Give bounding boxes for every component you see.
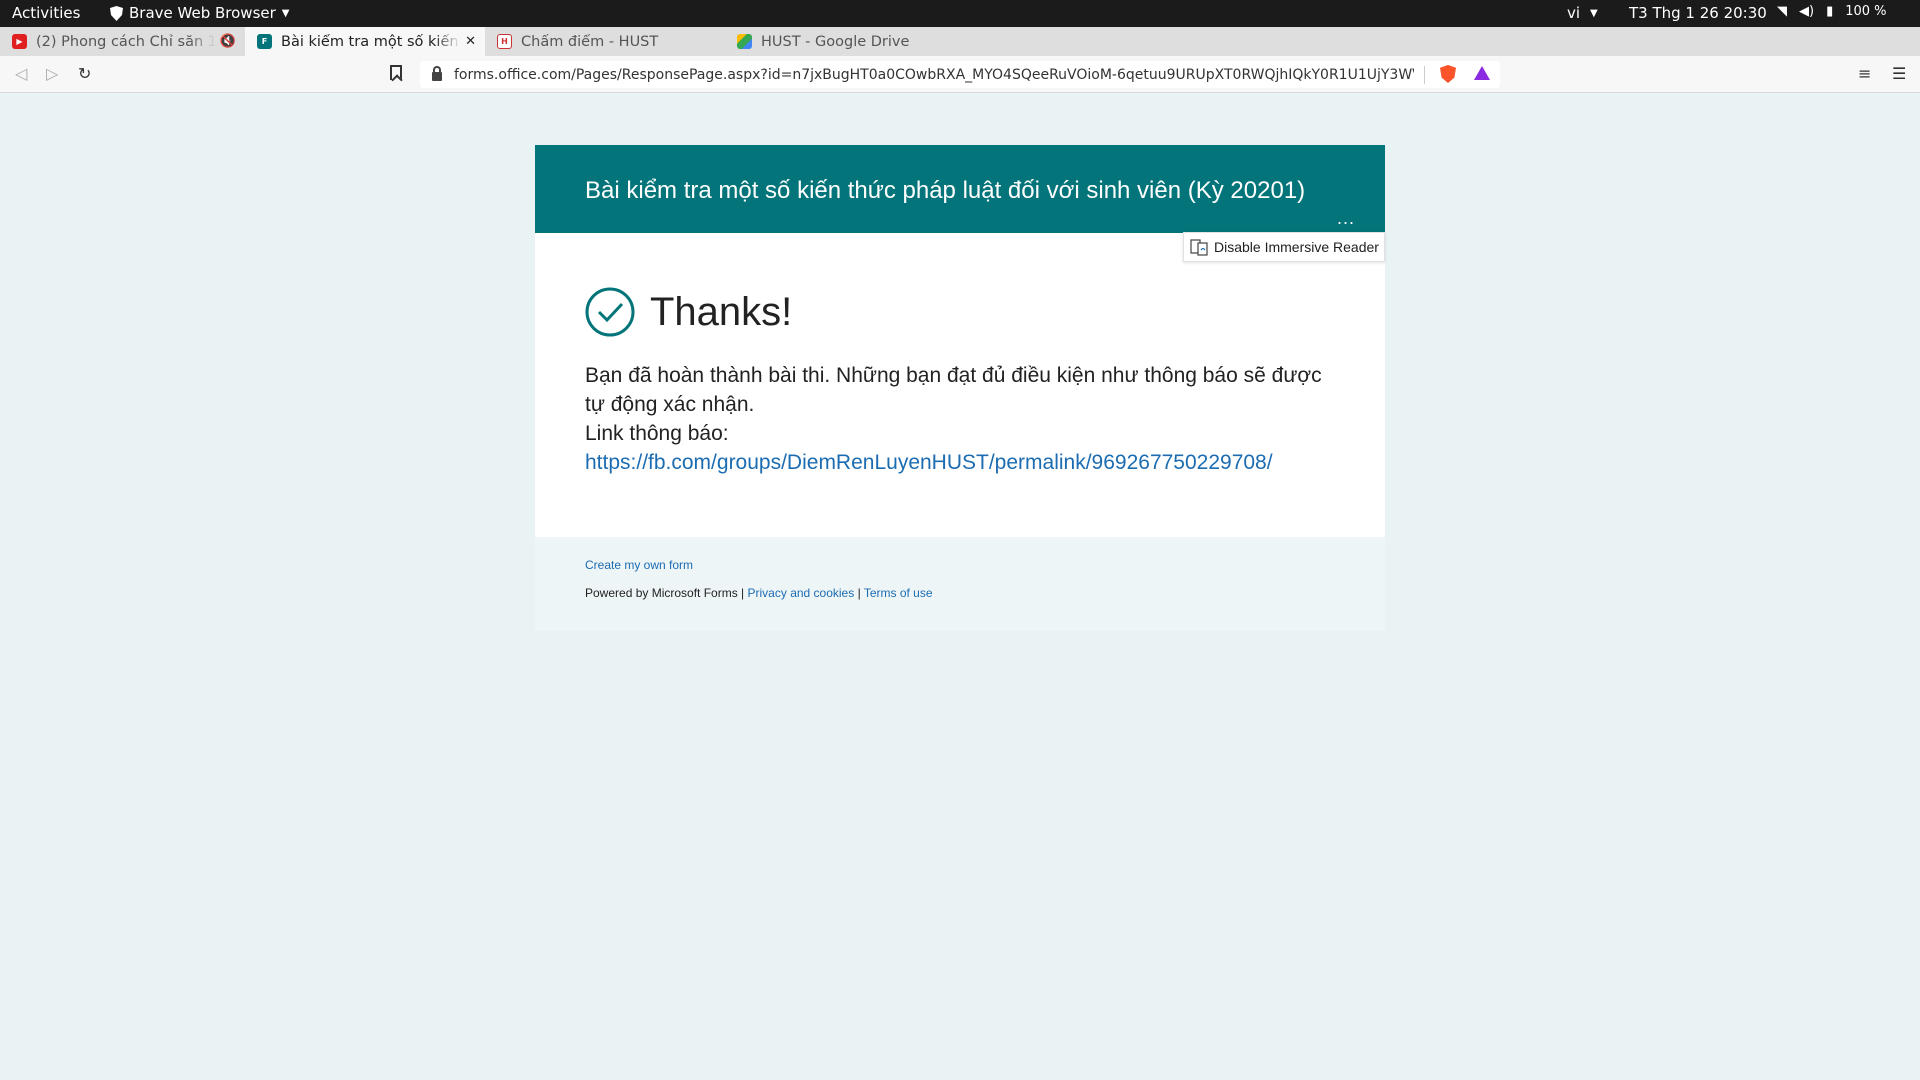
chevron-down-icon: ▼ <box>281 7 290 19</box>
menu-icon[interactable]: ☰ <box>1892 64 1906 83</box>
volume-icon: ◀) <box>1799 4 1815 19</box>
form-body: Thanks! Bạn đã hoàn thành bài thi. Những… <box>535 233 1385 537</box>
terms-link[interactable]: Terms of use <box>864 586 933 600</box>
form-title: Bài kiểm tra một số kiến thức pháp luật … <box>585 177 1306 204</box>
close-icon[interactable]: ✕ <box>465 34 476 49</box>
wifi-icon: ◥ <box>1777 4 1787 19</box>
brave-shield-icon <box>110 5 123 21</box>
message-line: Link thông báo: <box>585 422 729 445</box>
tab-title: HUST - Google Drive <box>761 33 910 50</box>
more-options-icon[interactable]: ... <box>1337 208 1355 229</box>
completion-message: Bạn đã hoàn thành bài thi. Những bạn đạt… <box>585 361 1335 477</box>
tab-google-drive[interactable]: HUST - Google Drive <box>725 27 965 56</box>
battery-label: 100 % <box>1845 4 1887 19</box>
youtube-icon: ▶ <box>12 34 27 49</box>
disable-immersive-reader-button[interactable]: Disable Immersive Reader <box>1183 232 1385 262</box>
address-bar[interactable]: forms.office.com/Pages/ResponsePage.aspx… <box>420 61 1500 88</box>
lock-icon <box>432 66 442 81</box>
thanks-title: Thanks! <box>650 289 793 334</box>
google-drive-icon <box>737 34 752 49</box>
language-indicator[interactable]: vi ▼ <box>1567 4 1598 22</box>
playlist-icon[interactable]: ≡ <box>1858 64 1871 83</box>
form-card: Bài kiểm tra một số kiến thức pháp luật … <box>535 145 1385 631</box>
announcement-link[interactable]: https://fb.com/groups/DiemRenLuyenHUST/p… <box>585 451 1273 474</box>
thanks-row: Thanks! <box>585 287 1335 337</box>
immersive-reader-label: Disable Immersive Reader <box>1214 239 1379 255</box>
check-circle-icon <box>585 287 635 337</box>
divider <box>1424 65 1425 84</box>
tab-strip: ▶ (2) Phong cách Chỉ săn 1 nụ 🔇 F Bài ki… <box>0 27 1920 81</box>
tab-youtube[interactable]: ▶ (2) Phong cách Chỉ săn 1 nụ 🔇 <box>0 27 245 56</box>
app-menu[interactable]: Brave Web Browser ▼ <box>110 4 289 22</box>
powered-by-text: Powered by Microsoft Forms | <box>585 586 745 600</box>
clock[interactable]: T3 Thg 1 26 20:30 <box>1629 4 1767 22</box>
back-icon[interactable]: ◁ <box>15 64 27 83</box>
immersive-reader-icon <box>1190 239 1208 256</box>
form-header: Bài kiểm tra một số kiến thức pháp luật … <box>535 145 1385 233</box>
tab-forms[interactable]: F Bài kiểm tra một số kiến thức ✕ <box>245 27 485 56</box>
mute-audio-icon[interactable]: 🔇 <box>220 34 236 49</box>
form-footer: Create my own form Powered by Microsoft … <box>535 537 1385 631</box>
privacy-link[interactable]: Privacy and cookies <box>748 586 855 600</box>
browser-toolbar: ◁ ▷ ↻ forms.office.com/Pages/ResponsePag… <box>0 56 1920 93</box>
url-text[interactable]: forms.office.com/Pages/ResponsePage.aspx… <box>454 67 1414 83</box>
battery-icon: ▮ <box>1826 4 1834 19</box>
tab-title: Chấm điểm - HUST <box>521 33 659 50</box>
message-line: Bạn đã hoàn thành bài thi. Những bạn đạt… <box>585 364 1322 416</box>
footer-separator: | <box>857 586 861 600</box>
tab-title: (2) Phong cách Chỉ săn 1 nụ <box>36 33 216 50</box>
tab-cham-diem[interactable]: H Chấm điểm - HUST <box>485 27 725 56</box>
create-form-link[interactable]: Create my own form <box>585 558 693 572</box>
forward-icon[interactable]: ▷ <box>46 64 58 83</box>
language-label: vi <box>1567 4 1581 22</box>
app-menu-label: Brave Web Browser <box>129 4 276 22</box>
activities-button[interactable]: Activities <box>12 4 80 22</box>
bookmark-icon[interactable] <box>390 65 402 80</box>
system-status-area[interactable]: ◥ ◀) ▮ 100 % <box>1777 4 1887 19</box>
hust-icon: H <box>497 34 512 49</box>
forms-icon: F <box>257 34 272 49</box>
brave-rewards-icon[interactable] <box>1474 66 1490 80</box>
chevron-down-icon: ▼ <box>1590 7 1598 19</box>
reload-icon[interactable]: ↻ <box>78 64 91 83</box>
system-top-bar: Activities Brave Web Browser ▼ vi ▼ T3 T… <box>0 0 1920 27</box>
tab-title: Bài kiểm tra một số kiến thức <box>281 33 461 50</box>
